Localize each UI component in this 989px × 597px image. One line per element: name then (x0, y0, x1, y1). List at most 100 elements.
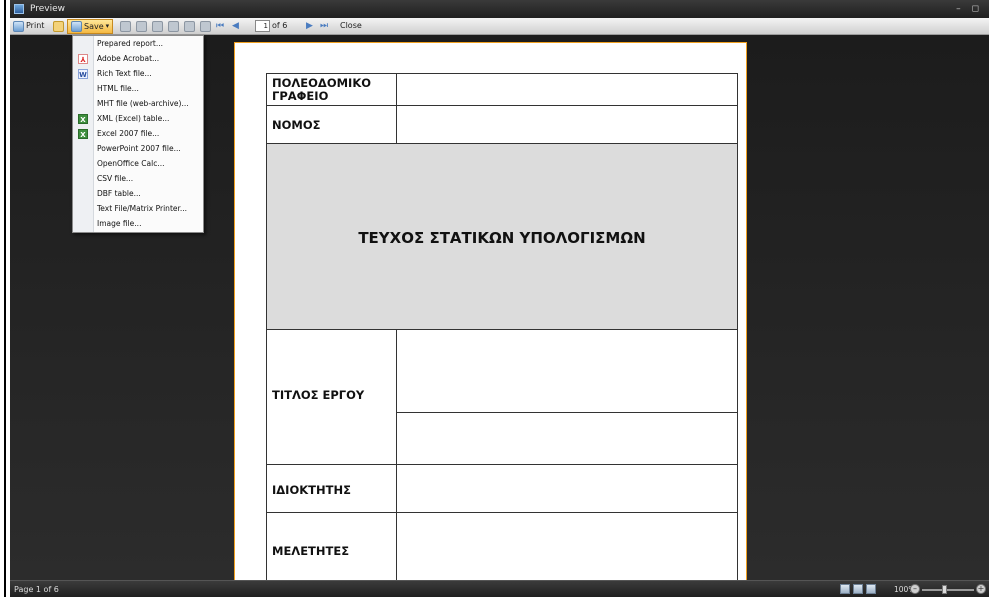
close-button[interactable]: Close (340, 19, 362, 33)
save-label: Save (84, 22, 104, 31)
title-bar: Preview – ◻ (10, 0, 989, 18)
save-menu-item[interactable]: Image file... (73, 218, 203, 230)
office-label: ΠΟΛΕΟΔΟΜΙΚΟ ΓΡΑΦΕΙΟ (272, 76, 372, 103)
fit-page-view-icon[interactable] (853, 584, 863, 594)
page-number-input[interactable]: 1 (255, 20, 270, 32)
page-of-label: of 6 (272, 21, 288, 30)
engineers-label-cell: ΜΕΛΕΤΗΤΕΣ (266, 512, 397, 580)
page-setup-icon (168, 20, 179, 32)
watermark-button[interactable] (200, 19, 211, 33)
save-menu-item[interactable]: X XML (Excel) table... (73, 113, 203, 125)
save-menu-item-label: Image file... (97, 219, 142, 228)
next-page-button[interactable]: ▶ (306, 19, 313, 33)
project-title-value-cell-2 (396, 412, 738, 465)
save-menu-item[interactable]: Text File/Matrix Printer... (73, 203, 203, 215)
engineers-value-cell (396, 512, 738, 580)
save-button[interactable]: Save ▾ (67, 19, 114, 34)
outline-button[interactable] (152, 19, 163, 33)
save-menu-item-label: MHT file (web-archive)... (97, 99, 189, 108)
divider-line (4, 0, 6, 597)
watermark-icon (200, 20, 211, 32)
save-menu-item[interactable]: DBF table... (73, 188, 203, 200)
save-menu-item[interactable]: MHT file (web-archive)... (73, 98, 203, 110)
edit-icon (184, 20, 195, 32)
office-value-cell (396, 73, 738, 106)
printer-icon (13, 20, 24, 32)
print-button[interactable]: Print (13, 19, 44, 33)
report-page: ΠΟΛΕΟΔΟΜΙΚΟ ΓΡΑΦΕΙΟ ΝΟΜΟΣ ΤΕΥΧΟΣ ΣΤΑΤΙΚΩ… (234, 42, 747, 580)
save-menu-item[interactable]: OpenOffice Calc... (73, 158, 203, 170)
save-menu-item-label: XML (Excel) table... (97, 114, 170, 123)
save-menu-item[interactable]: X Excel 2007 file... (73, 128, 203, 140)
prefecture-label: ΝΟΜΟΣ (272, 118, 321, 132)
window-title: Preview (30, 4, 66, 14)
prev-page-icon: ◀ (232, 21, 239, 31)
multi-page-view-icon[interactable] (866, 584, 876, 594)
office-label-cell: ΠΟΛΕΟΔΟΜΙΚΟ ΓΡΑΦΕΙΟ (266, 73, 397, 106)
first-page-button[interactable]: ⏮ (216, 19, 224, 33)
prev-page-button[interactable]: ◀ (232, 19, 239, 33)
page-setup-button[interactable] (168, 19, 179, 33)
save-menu-item-label: CSV file... (97, 174, 134, 183)
save-menu-item-label: Adobe Acrobat... (97, 54, 160, 63)
page-number-group: 1 of 6 (255, 19, 287, 33)
zoom-slider[interactable] (922, 585, 974, 594)
outline-icon (152, 20, 163, 32)
last-page-button[interactable]: ⏭ (320, 19, 328, 33)
rtf-icon: W (78, 69, 88, 79)
excel-icon: X (78, 114, 88, 124)
edit-button[interactable] (184, 19, 195, 33)
status-bar: Page 1 of 6 100% – + (10, 580, 989, 597)
save-menu-item-label: HTML file... (97, 84, 139, 93)
engineers-label: ΜΕΛΕΤΗΤΕΣ (272, 544, 350, 558)
folder-icon (53, 20, 64, 32)
status-page-text: Page 1 of 6 (14, 585, 59, 594)
pdf-icon: ⅄ (78, 54, 88, 64)
window-controls[interactable]: – ◻ (956, 0, 983, 18)
first-page-icon: ⏮ (216, 21, 225, 31)
save-menu-item[interactable]: HTML file... (73, 83, 203, 95)
zoom-in-icon[interactable]: + (976, 584, 986, 594)
open-button[interactable] (53, 19, 64, 33)
project-title-label-cell: ΤΙΤΛΟΣ ΕΡΓΟΥ (266, 329, 397, 465)
binoculars-icon (136, 20, 147, 32)
main-title: ΤΕΥΧΟΣ ΣΤΑΤΙΚΩΝ ΥΠΟΛΟΓΙΣΜΩΝ (358, 229, 646, 247)
dropdown-arrow-icon: ▾ (105, 22, 110, 30)
preview-window: Preview – ◻ Print Save ▾ ⏮ ◀ 1 of 6 ▶ ⏭ … (10, 0, 989, 597)
save-menu-item[interactable]: PowerPoint 2007 file... (73, 143, 203, 155)
save-menu-item[interactable]: ⅄ Adobe Acrobat... (73, 53, 203, 65)
title-band: ΤΕΥΧΟΣ ΣΤΑΤΙΚΩΝ ΥΠΟΛΟΓΙΣΜΩΝ (266, 143, 738, 330)
close-label: Close (340, 21, 362, 30)
project-title-value-cell-1 (396, 329, 738, 413)
save-menu-item[interactable]: W Rich Text file... (73, 68, 203, 80)
save-menu-item-label: DBF table... (97, 189, 141, 198)
excel-icon: X (78, 129, 88, 139)
save-menu-item[interactable]: Prepared report... (73, 38, 203, 50)
owner-label: ΙΔΙΟΚΤΗΤΗΣ (272, 483, 351, 497)
last-page-icon: ⏭ (320, 21, 329, 31)
zoom-slider-thumb[interactable] (942, 585, 947, 594)
print-label: Print (26, 21, 45, 30)
prefecture-label-cell: ΝΟΜΟΣ (266, 105, 397, 144)
save-icon (71, 21, 82, 32)
save-menu-item-label: Prepared report... (97, 39, 164, 48)
owner-value-cell (396, 464, 738, 513)
single-page-view-icon[interactable] (840, 584, 850, 594)
save-menu-item-label: PowerPoint 2007 file... (97, 144, 181, 153)
save-menu-item[interactable]: CSV file... (73, 173, 203, 185)
app-icon (14, 4, 24, 14)
next-page-icon: ▶ (306, 21, 313, 31)
save-menu-item-label: Rich Text file... (97, 69, 152, 78)
save-menu-item-label: Excel 2007 file... (97, 129, 160, 138)
find-button[interactable] (136, 19, 147, 33)
left-margin-strip (0, 0, 10, 597)
zoom-out-icon[interactable]: – (910, 584, 920, 594)
save-menu-item-label: Text File/Matrix Printer... (97, 204, 188, 213)
save-dropdown-menu: Prepared report... ⅄ Adobe Acrobat... W Rich… (72, 35, 204, 233)
project-title-label: ΤΙΤΛΟΣ ΕΡΓΟΥ (272, 388, 365, 402)
toolbar: Print Save ▾ ⏮ ◀ 1 of 6 ▶ ⏭ Close (10, 18, 989, 35)
email-button[interactable] (120, 19, 131, 33)
owner-label-cell: ΙΔΙΟΚΤΗΤΗΣ (266, 464, 397, 513)
email-icon (120, 20, 131, 32)
prefecture-value-cell (396, 105, 738, 144)
